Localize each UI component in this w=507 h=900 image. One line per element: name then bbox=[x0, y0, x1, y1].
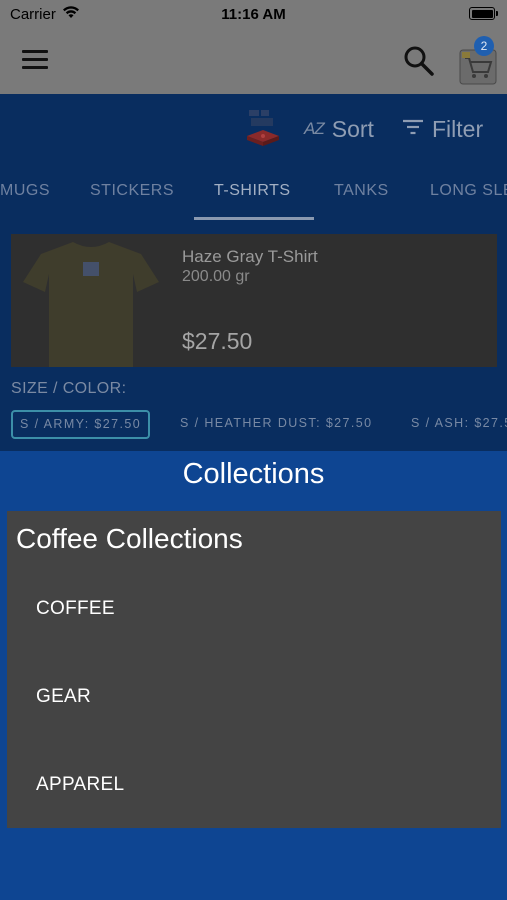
variant-chip[interactable]: S / ASH: $27.50 bbox=[404, 410, 507, 439]
collections-title: Collections bbox=[182, 458, 325, 490]
battery-icon bbox=[469, 7, 498, 20]
product-name: Haze Gray T-Shirt bbox=[182, 247, 318, 266]
status-bar: Carrier 11:16 AM bbox=[0, 0, 507, 28]
active-tab-indicator bbox=[194, 217, 314, 220]
filter-icon bbox=[402, 118, 424, 141]
variant-chip[interactable]: S / HEATHER DUST: $27.50 bbox=[173, 410, 379, 439]
variant-chip[interactable]: S / ARMY: $27.50 bbox=[11, 410, 151, 439]
collections-card-title: Coffee Collections bbox=[16, 523, 243, 554]
cart-count-badge: 2 bbox=[474, 36, 494, 56]
product-weight: 200.00 gr bbox=[182, 268, 250, 285]
product-list-area: AZ Sort Filter MUGS STICKERS T-SHIRTS TA… bbox=[0, 94, 507, 451]
search-icon[interactable] bbox=[402, 44, 436, 78]
variant-list: S / ARMY: $27.50 S / HEATHER DUST: $27.5… bbox=[0, 410, 507, 442]
collection-item-apparel[interactable]: APPAREL bbox=[36, 774, 124, 796]
tab-stickers[interactable]: STICKERS bbox=[90, 182, 174, 200]
clock: 11:16 AM bbox=[221, 6, 286, 23]
collection-item-coffee[interactable]: COFFEE bbox=[36, 598, 115, 620]
tab-t-shirts[interactable]: T-SHIRTS bbox=[214, 182, 291, 200]
tab-long-sleeves[interactable]: LONG SLEEVES bbox=[430, 182, 507, 200]
filter-label: Filter bbox=[432, 115, 484, 142]
product-image bbox=[11, 234, 171, 367]
collections-card: Coffee Collections COFFEE GEAR APPAREL bbox=[7, 511, 501, 828]
filter-button[interactable]: Filter bbox=[402, 114, 483, 144]
size-color-label: SIZE / COLOR: bbox=[11, 380, 127, 397]
sort-az-icon: AZ bbox=[304, 119, 325, 138]
tab-mugs[interactable]: MUGS bbox=[0, 182, 50, 200]
tab-tanks[interactable]: TANKS bbox=[334, 182, 389, 200]
sort-filter-toolbar: AZ Sort Filter bbox=[0, 94, 507, 162]
category-tabs: MUGS STICKERS T-SHIRTS TANKS LONG SLEEVE… bbox=[0, 162, 507, 220]
sort-label: Sort bbox=[331, 115, 374, 142]
product-price: $27.50 bbox=[182, 328, 253, 354]
store-logo-icon bbox=[245, 106, 281, 150]
sort-button[interactable]: AZ Sort bbox=[304, 114, 374, 144]
product-card[interactable]: Haze Gray T-Shirt 200.00 gr $27.50 bbox=[11, 234, 497, 367]
menu-icon[interactable] bbox=[22, 50, 48, 72]
app-bar: 2 bbox=[0, 28, 507, 94]
collection-item-gear[interactable]: GEAR bbox=[36, 686, 91, 708]
